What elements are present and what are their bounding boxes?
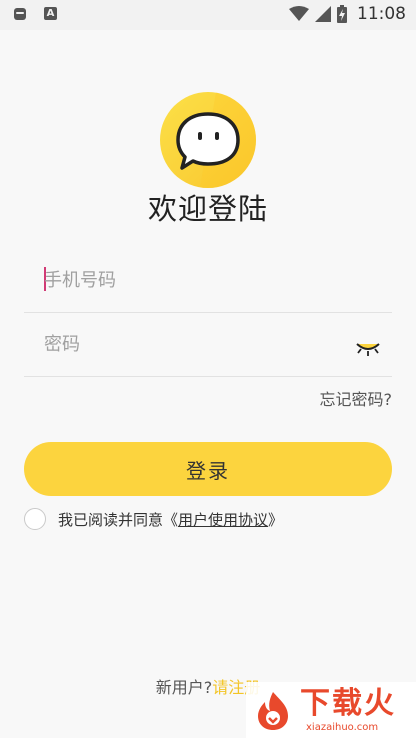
wifi-icon (289, 6, 309, 21)
password-input[interactable] (44, 328, 344, 360)
phone-input[interactable] (44, 264, 344, 296)
closed-eye-icon[interactable] (354, 340, 382, 358)
agreement-checkbox[interactable] (24, 508, 46, 530)
phone-field (24, 250, 392, 313)
app-logo (160, 92, 256, 188)
login-button[interactable]: 登录 (24, 442, 392, 496)
agreement-suffix: 》 (268, 510, 284, 529)
password-field (24, 314, 392, 377)
status-left-icons: A (14, 7, 57, 20)
watermark-title: 下载火 (300, 686, 396, 721)
watermark: 下载火 xiazaihuo.com (246, 682, 416, 738)
watermark-url: xiazaihuo.com (306, 722, 379, 733)
page-title: 欢迎登陆 (147, 192, 268, 226)
chat-bubble-face-icon (176, 92, 256, 188)
a-text-icon: A (44, 7, 57, 20)
status-time: 11:08 (357, 4, 406, 24)
battery-charging-icon (337, 5, 347, 23)
status-right-icons: 11:08 (289, 4, 406, 24)
app-notification-icon (14, 7, 26, 20)
user-agreement-link[interactable]: 用户使用协议 (178, 509, 268, 530)
forgot-password-link[interactable]: 忘记密码? (320, 386, 393, 410)
agreement-row: 我已阅读并同意《 用户使用协议》 (24, 507, 283, 531)
signal-icon (315, 6, 331, 22)
status-bar: A 11:08 (0, 0, 416, 30)
agreement-prefix: 我已阅读并同意《 (58, 510, 179, 529)
flame-logo-icon (258, 692, 288, 730)
register-prefix: 新用户? (155, 678, 213, 697)
